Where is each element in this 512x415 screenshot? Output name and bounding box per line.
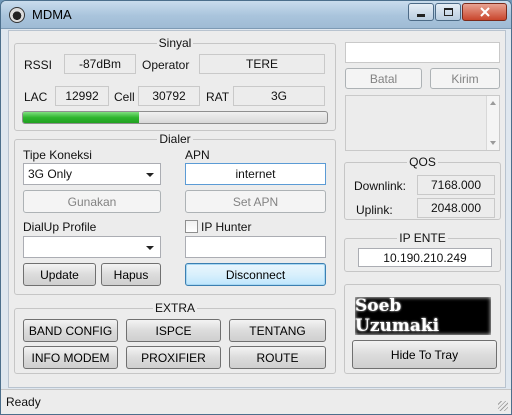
status-bar: Ready bbox=[1, 389, 511, 414]
ispce-button[interactable]: ISPCE bbox=[126, 319, 221, 342]
tipe-koneksi-select[interactable]: 3G Only bbox=[23, 163, 161, 185]
dialer-title: Dialer bbox=[157, 132, 193, 146]
operator-label: Operator bbox=[142, 58, 190, 72]
sms-message-area[interactable] bbox=[345, 95, 500, 151]
disconnect-button[interactable]: Disconnect bbox=[185, 263, 326, 286]
rat-label: RAT bbox=[206, 90, 230, 104]
hapus-button[interactable]: Hapus bbox=[101, 263, 161, 286]
maximize-button[interactable] bbox=[435, 3, 461, 21]
signal-progress-fill bbox=[23, 112, 139, 123]
minimize-button[interactable] bbox=[408, 3, 434, 21]
app-window: MDMA Sinyal RSSI -87dBm Operator TERE LA… bbox=[0, 0, 512, 415]
sinyal-title: Sinyal bbox=[156, 36, 194, 50]
ip-address-field: 10.190.210.249 bbox=[358, 248, 492, 267]
title-bar[interactable]: MDMA bbox=[1, 1, 511, 29]
cell-value: 30792 bbox=[138, 86, 200, 106]
kirim-button[interactable]: Kirim bbox=[430, 68, 500, 89]
band-config-button[interactable]: BAND CONFIG bbox=[23, 319, 118, 342]
scroll-down-icon[interactable] bbox=[490, 141, 496, 145]
scroll-up-icon[interactable] bbox=[490, 101, 496, 105]
batal-button[interactable]: Batal bbox=[345, 68, 422, 89]
client-area: Sinyal RSSI -87dBm Operator TERE LAC 129… bbox=[8, 30, 506, 388]
set-apn-button[interactable]: Set APN bbox=[185, 190, 326, 213]
sms-input[interactable] bbox=[345, 42, 500, 63]
lac-value: 12992 bbox=[55, 86, 109, 106]
minimize-icon bbox=[417, 13, 425, 17]
rssi-label: RSSI bbox=[24, 58, 53, 72]
rat-value: 3G bbox=[233, 86, 325, 106]
apn-label: APN bbox=[185, 148, 210, 162]
hide-to-tray-button[interactable]: Hide To Tray bbox=[352, 340, 497, 369]
tipe-koneksi-value: 3G Only bbox=[28, 167, 73, 181]
cell-label: Cell bbox=[114, 90, 135, 104]
apn-input[interactable]: internet bbox=[185, 163, 326, 185]
uplink-value: 2048.000 bbox=[417, 198, 495, 218]
operator-value: TERE bbox=[199, 54, 325, 74]
maximize-icon bbox=[443, 8, 453, 16]
brand-logo: Soeb Uzumaki bbox=[355, 296, 491, 336]
update-button[interactable]: Update bbox=[23, 263, 96, 286]
rssi-value: -87dBm bbox=[64, 54, 136, 74]
status-text: Ready bbox=[6, 395, 41, 409]
ip-hunter-input[interactable] bbox=[185, 236, 326, 258]
info-modem-button[interactable]: INFO MODEM bbox=[23, 346, 118, 369]
signal-progress-bar bbox=[22, 111, 328, 124]
extra-title: EXTRA bbox=[152, 301, 197, 315]
resize-grip-icon[interactable] bbox=[498, 401, 508, 411]
chevron-down-icon bbox=[146, 173, 154, 177]
dialup-profile-select[interactable] bbox=[23, 236, 161, 258]
close-button[interactable] bbox=[462, 3, 507, 21]
close-icon bbox=[479, 7, 490, 17]
tentang-button[interactable]: TENTANG bbox=[229, 319, 326, 342]
window-title: MDMA bbox=[32, 7, 72, 22]
ip-hunter-label: IP Hunter bbox=[201, 220, 252, 234]
downlink-value: 7168.000 bbox=[417, 175, 495, 195]
qos-title: QOS bbox=[407, 155, 438, 169]
ip-title: IP ENTE bbox=[397, 231, 448, 245]
dialup-profile-label: DialUp Profile bbox=[23, 220, 97, 234]
gunakan-button[interactable]: Gunakan bbox=[23, 190, 161, 213]
route-button[interactable]: ROUTE bbox=[229, 346, 326, 369]
lac-label: LAC bbox=[24, 90, 48, 104]
downlink-label: Downlink: bbox=[354, 179, 407, 193]
vertical-scrollbar[interactable] bbox=[486, 96, 499, 150]
chevron-down-icon bbox=[146, 246, 154, 250]
uplink-label: Uplink: bbox=[356, 203, 393, 217]
tipe-koneksi-label: Tipe Koneksi bbox=[23, 148, 92, 162]
app-logo-icon bbox=[9, 7, 25, 23]
ip-hunter-checkbox[interactable] bbox=[185, 220, 198, 233]
proxifier-button[interactable]: PROXIFIER bbox=[126, 346, 221, 369]
